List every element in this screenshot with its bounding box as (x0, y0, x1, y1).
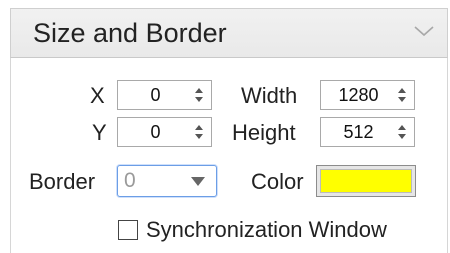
spin-arrows-icon[interactable] (193, 123, 205, 141)
panel-header[interactable]: Size and Border (10, 8, 448, 58)
border-label: Border (29, 169, 96, 194)
border-dropdown[interactable]: 0 (117, 165, 217, 197)
color-swatch (320, 169, 412, 193)
sync-window-checkbox[interactable] (118, 220, 138, 240)
height-label: Height (232, 120, 296, 145)
size-and-border-panel: Size and Border X 0 Width 1280 Y 0 Heigh… (0, 0, 450, 253)
panel-title: Size and Border (33, 18, 227, 48)
spin-arrows-icon[interactable] (193, 86, 205, 104)
sync-window-label[interactable]: Synchronization Window (146, 216, 387, 244)
y-label: Y (92, 120, 107, 145)
x-label: X (90, 83, 105, 108)
y-value[interactable]: 0 (124, 118, 187, 146)
color-label: Color (251, 169, 304, 194)
y-spinbox[interactable]: 0 (117, 117, 212, 147)
x-spinbox[interactable]: 0 (117, 80, 212, 110)
border-value[interactable]: 0 (124, 167, 136, 195)
height-spinbox[interactable]: 512 (320, 117, 415, 147)
width-label: Width (241, 83, 298, 108)
width-spinbox[interactable]: 1280 (320, 80, 415, 110)
color-picker-button[interactable] (316, 165, 416, 197)
spin-arrows-icon[interactable] (396, 86, 408, 104)
width-value[interactable]: 1280 (327, 81, 390, 109)
height-value[interactable]: 512 (327, 118, 390, 146)
spin-arrows-icon[interactable] (396, 123, 408, 141)
triangle-down-icon[interactable] (190, 176, 206, 187)
chevron-down-icon[interactable] (413, 23, 435, 39)
x-value[interactable]: 0 (124, 81, 187, 109)
